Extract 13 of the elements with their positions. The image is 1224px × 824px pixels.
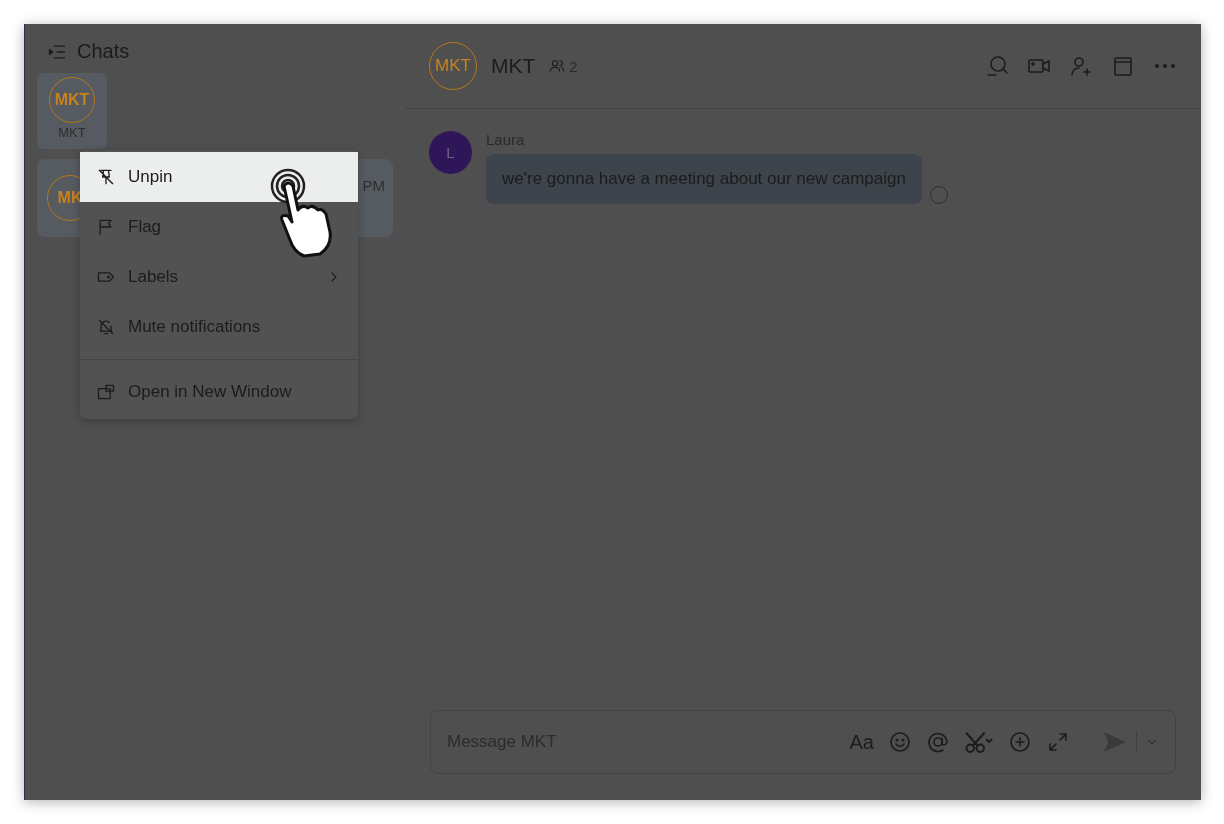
user-avatar: L [429, 131, 472, 174]
search-icon[interactable] [985, 54, 1009, 78]
calendar-icon[interactable] [1111, 54, 1135, 78]
new-window-icon [96, 382, 116, 402]
add-icon[interactable] [1008, 730, 1032, 754]
emoji-icon[interactable] [888, 730, 912, 754]
add-member-icon[interactable] [1069, 54, 1093, 78]
bell-off-icon [96, 317, 116, 337]
expand-icon[interactable] [1046, 730, 1070, 754]
unpin-icon [96, 167, 116, 187]
menu-item[interactable]: Unpin [80, 152, 358, 202]
members-icon [549, 58, 566, 74]
mention-icon[interactable] [926, 730, 950, 754]
